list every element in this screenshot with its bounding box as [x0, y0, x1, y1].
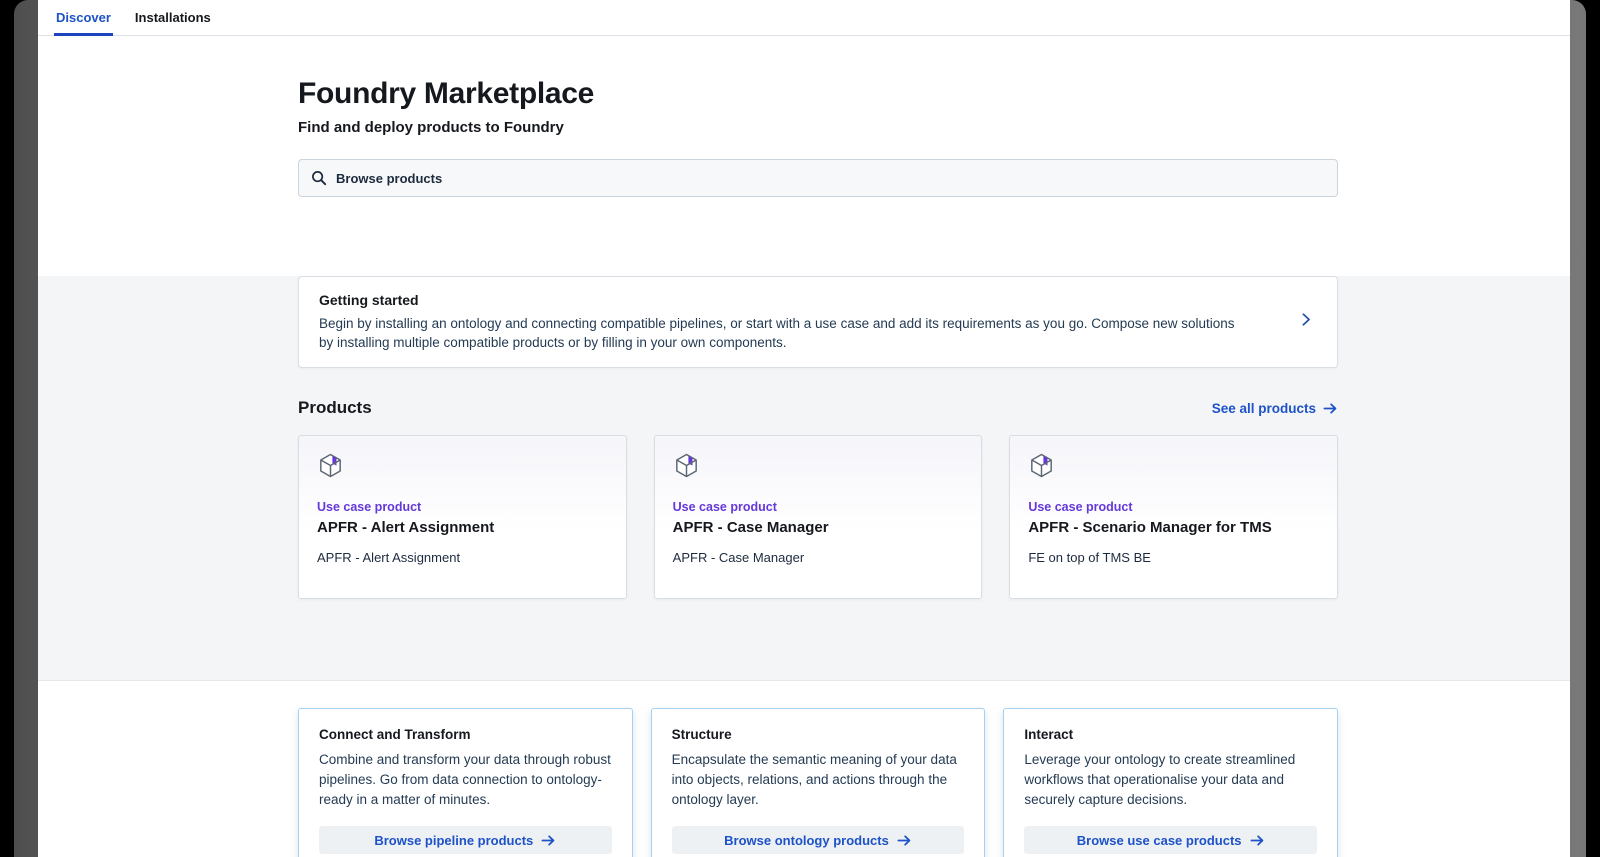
browse-button-label: Browse pipeline products — [374, 832, 534, 848]
getting-started-title: Getting started — [319, 292, 419, 308]
browse-button-label: Browse use case products — [1076, 832, 1242, 848]
category-section: Connect and Transform Combine and transf… — [38, 681, 1570, 857]
product-badge: Use case product — [317, 500, 422, 514]
product-title: APFR - Case Manager — [672, 519, 829, 536]
see-all-products-label: See all products — [1211, 400, 1316, 416]
products-header: Products See all products — [298, 398, 1338, 418]
arrow-right-icon — [1250, 833, 1265, 848]
browse-pipeline-products-button[interactable]: Browse pipeline products — [319, 826, 612, 854]
category-description: Leverage your ontology to create streaml… — [1024, 752, 1296, 807]
tab-installations[interactable]: Installations — [133, 0, 213, 35]
product-description: APFR - Case Manager — [672, 550, 805, 565]
arrow-right-icon — [541, 833, 556, 848]
search-input[interactable] — [336, 170, 1325, 186]
arrow-right-icon — [897, 833, 912, 848]
page-subtitle: Find and deploy products to Foundry — [298, 119, 564, 136]
tab-bar: Discover Installations — [38, 0, 1570, 36]
product-title: APFR - Alert Assignment — [317, 519, 495, 536]
product-card-row: Use case product APFR - Alert Assignment… — [298, 435, 1338, 599]
category-title: Interact — [1024, 727, 1074, 742]
product-cube-icon — [320, 453, 341, 478]
category-card-structure: Structure Encapsulate the semantic meani… — [650, 708, 986, 857]
category-title: Connect and Transform — [319, 727, 471, 742]
active-tab-underline — [54, 33, 113, 36]
product-card-alert-assignment[interactable]: Use case product APFR - Alert Assignment… — [298, 435, 627, 599]
see-all-products-link[interactable]: See all products — [1212, 401, 1338, 416]
browse-use-case-products-button[interactable]: Browse use case products — [1024, 826, 1317, 854]
search-box[interactable] — [298, 159, 1338, 197]
device-bezel: Discover Installations Foundry Marketpla… — [14, 0, 1586, 857]
hero-section: Foundry Marketplace Find and deploy prod… — [38, 36, 1570, 240]
tab-discover[interactable]: Discover — [54, 0, 113, 36]
app-window: Discover Installations Foundry Marketpla… — [38, 0, 1570, 857]
product-title: APFR - Scenario Manager for TMS — [1028, 519, 1272, 536]
category-description: Combine and transform your data through … — [319, 752, 611, 807]
browse-button-label: Browse ontology products — [724, 832, 889, 848]
browse-ontology-products-button[interactable]: Browse ontology products — [671, 826, 965, 854]
product-description: FE on top of TMS BE — [1028, 550, 1151, 565]
products-heading: Products — [298, 398, 372, 417]
product-badge: Use case product — [672, 500, 777, 514]
tab-installations-label: Installations — [134, 10, 211, 25]
product-card-scenario-manager[interactable]: Use case product APFR - Scenario Manager… — [1009, 435, 1338, 599]
category-card-connect-transform: Connect and Transform Combine and transf… — [298, 708, 633, 857]
screenshot-viewport: Discover Installations Foundry Marketpla… — [0, 0, 1600, 857]
category-card-interact: Interact Leverage your ontology to creat… — [1003, 708, 1338, 857]
product-cube-icon — [675, 453, 697, 478]
category-title: Structure — [671, 727, 732, 742]
product-badge: Use case product — [1028, 500, 1133, 514]
getting-started-card[interactable]: Getting started Begin by installing an o… — [298, 276, 1338, 368]
product-card-case-manager[interactable]: Use case product APFR - Case Manager APF… — [653, 435, 983, 599]
getting-started-body: Begin by installing an ontology and conn… — [319, 316, 1235, 350]
search-icon — [312, 171, 327, 186]
tab-discover-label: Discover — [56, 10, 111, 25]
product-cube-icon — [1031, 453, 1053, 478]
chevron-right-icon[interactable] — [1299, 313, 1313, 332]
marketplace-band: Getting started Begin by installing an o… — [38, 276, 1570, 681]
page-title: Foundry Marketplace — [298, 77, 595, 110]
category-description: Encapsulate the semantic meaning of your… — [671, 752, 957, 807]
category-card-row: Connect and Transform Combine and transf… — [298, 708, 1338, 857]
product-description: APFR - Alert Assignment — [317, 550, 461, 565]
arrow-right-icon — [1323, 401, 1338, 416]
